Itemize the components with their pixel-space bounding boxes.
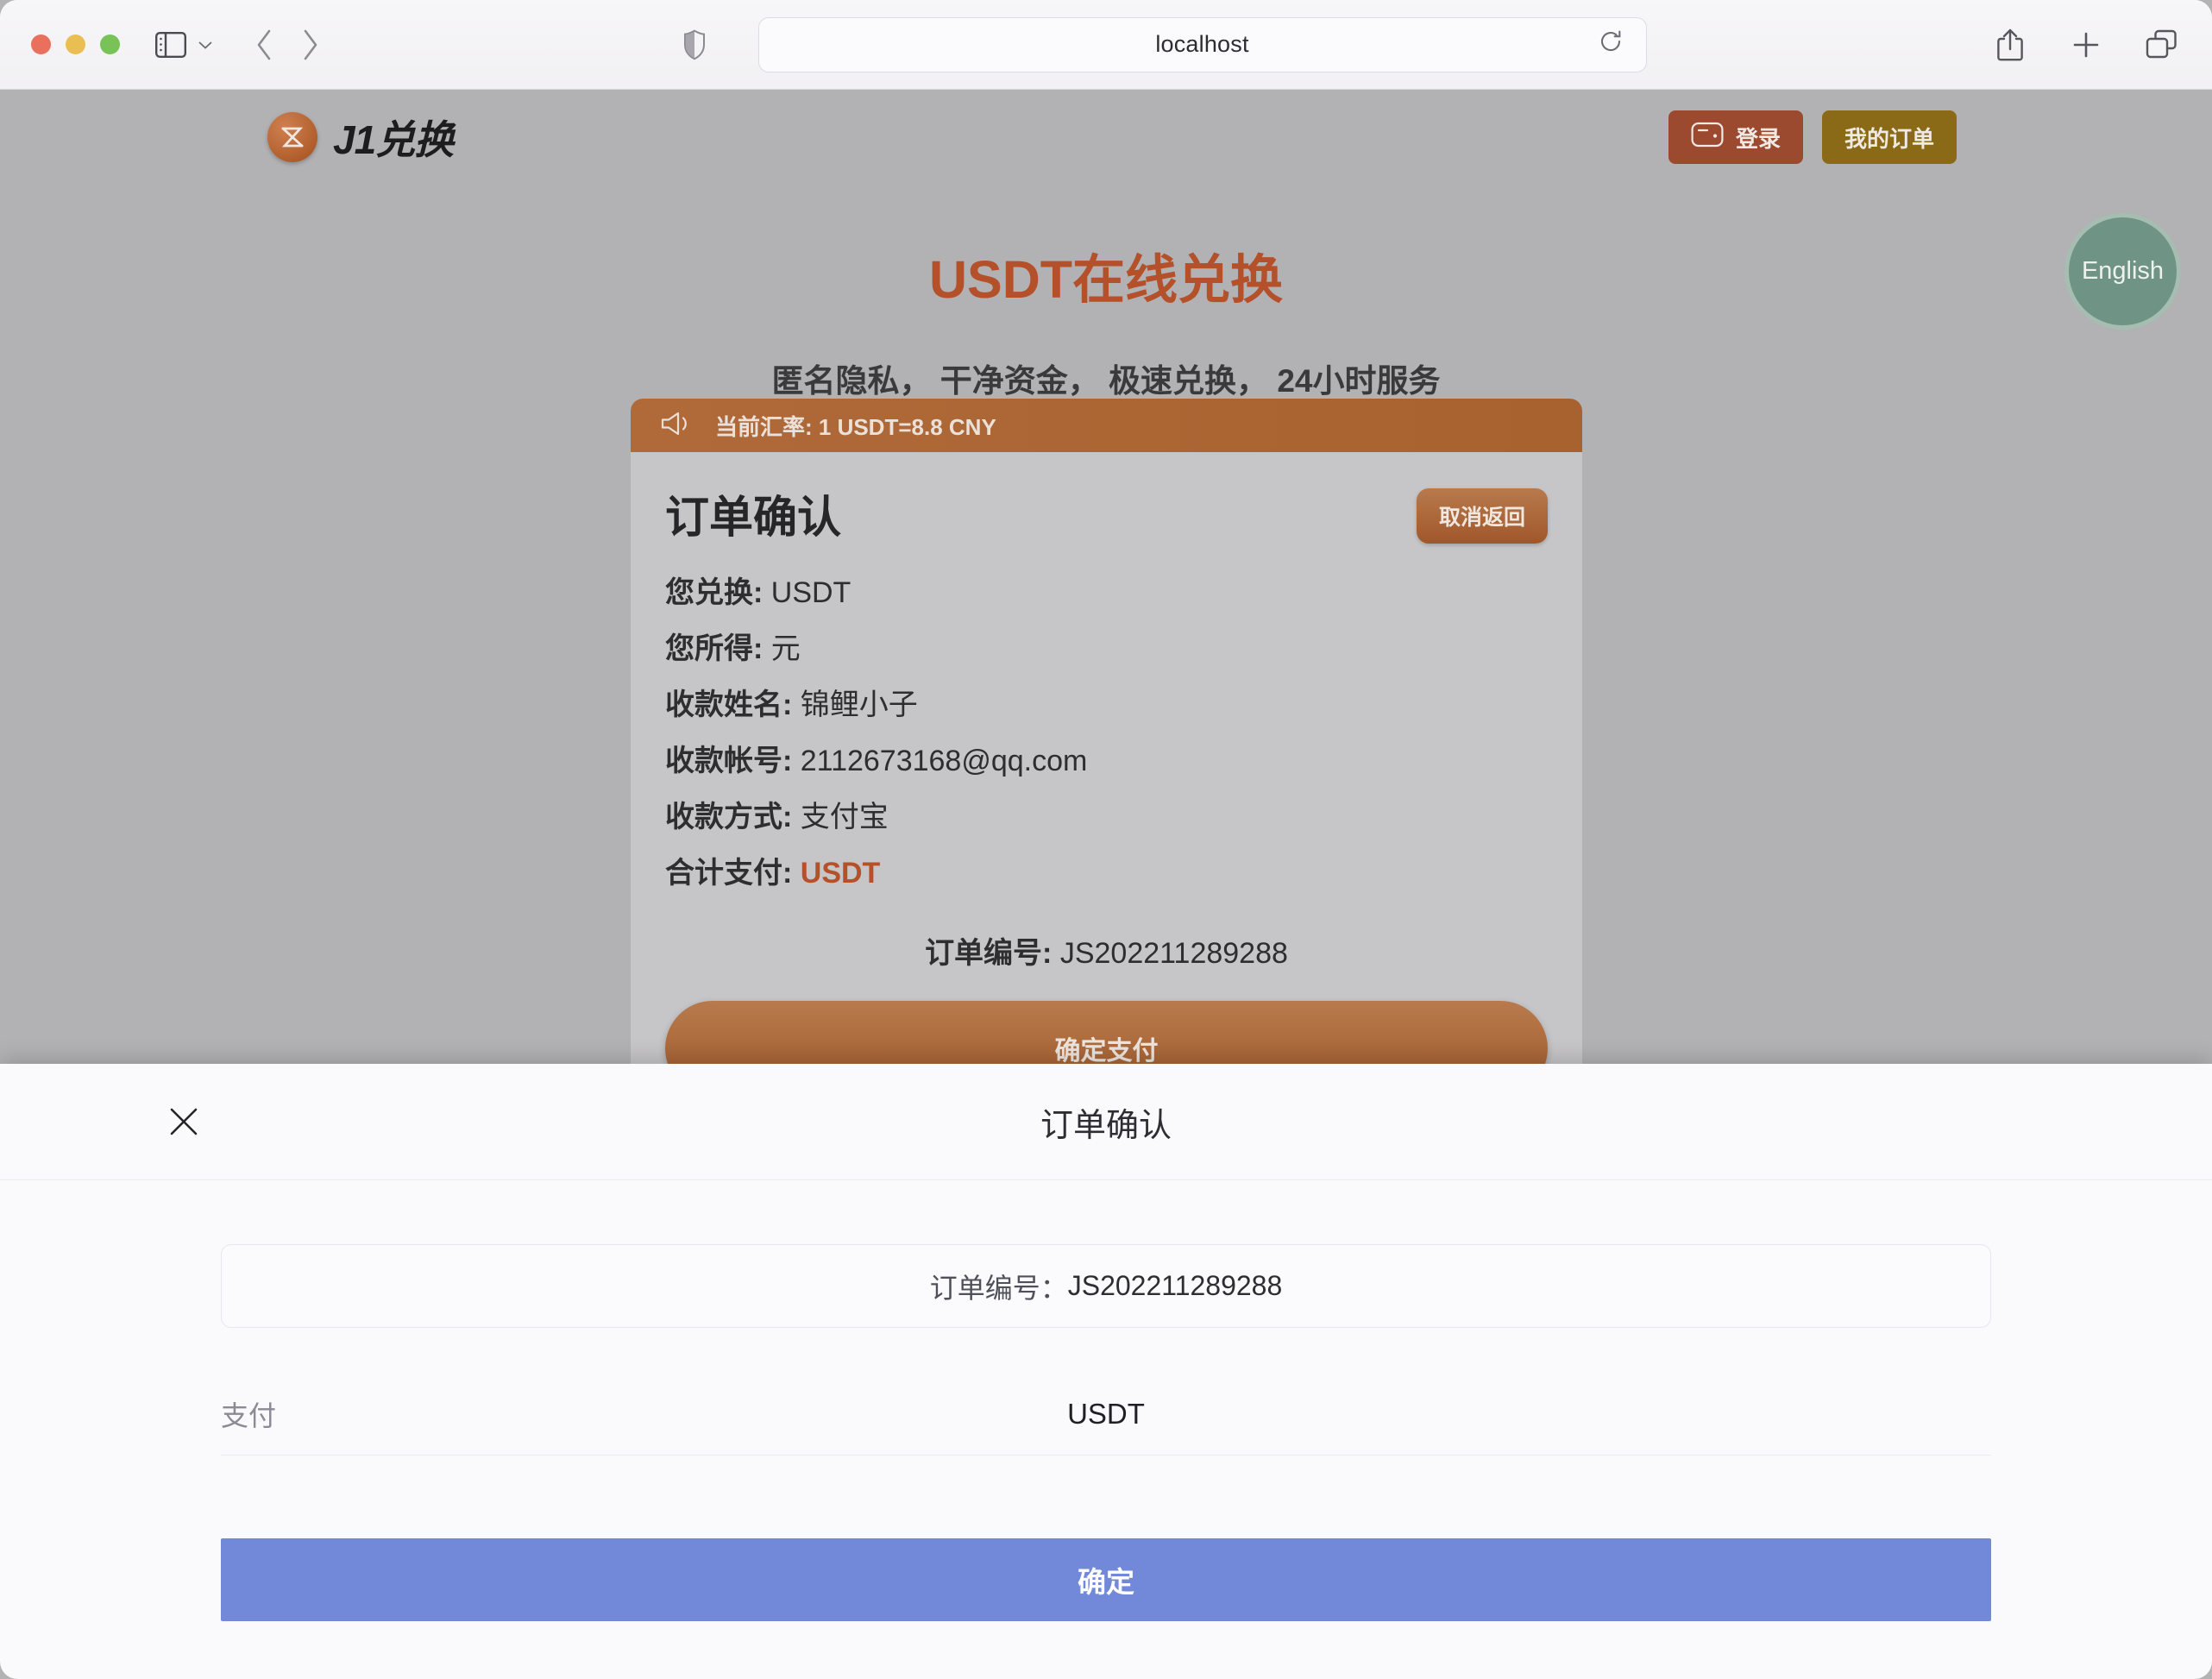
share-icon[interactable] (1991, 26, 2029, 64)
order-card-body: 订单确认 取消返回 您兑换: USDT 您所得: 元收款姓名: 锦鲤小子 收款帐号:… (631, 452, 1582, 1096)
login-button-label: 登录 (1735, 125, 1781, 152)
sheet-payment-label: 支付 (221, 1399, 277, 1431)
sheet-header: 订单确认 (0, 1064, 2212, 1180)
order-card-header: 订单确认 取消返回 (665, 481, 1548, 545)
login-button[interactable]: 登录 (1668, 110, 1803, 164)
order-detail-label: 您所得: (665, 632, 764, 666)
reload-icon[interactable] (1598, 28, 1631, 61)
toolbar-right-icons (1991, 26, 2181, 64)
site-header: J1兑换 登录 我的订单 English (0, 90, 2212, 330)
order-detail-value: USDT (792, 857, 881, 890)
order-detail-row: 收款姓名: 锦鲤小子 (665, 689, 1548, 722)
sheet-order-number-label: 订单编号： (929, 1272, 1068, 1304)
order-detail-value: 元 (763, 632, 801, 666)
order-number-line: 订单编号: JS202211289288 (665, 929, 1548, 972)
order-number-label: 订单编号: (925, 936, 1053, 970)
order-detail-row: 合计支付: USDT (665, 857, 1548, 890)
order-detail-label: 合计支付: (665, 857, 793, 890)
sheet-confirm-button[interactable]: 确定 (221, 1538, 1991, 1621)
order-detail-row: 您所得: 元 (665, 632, 1548, 666)
order-detail-list: 您兑换: USDT 您所得: 元收款姓名: 锦鲤小子 收款帐号: 211267316… (665, 576, 1548, 891)
page-content: J1兑换 登录 我的订单 English USDT在线兑换 匿名隐私， 干净资金… (0, 90, 2212, 1679)
site-logo-text: J1兑换 (333, 117, 454, 162)
maximize-window-button[interactable] (100, 35, 120, 54)
my-orders-button-label: 我的订单 (1844, 125, 1934, 152)
language-switch-button[interactable]: English (2064, 213, 2181, 330)
plus-icon[interactable] (2067, 26, 2105, 64)
order-confirm-sheet: 订单确认 订单编号： JS202211289288 支付 USDT 确定 (0, 1064, 2212, 1679)
my-orders-button[interactable]: 我的订单 (1821, 110, 1957, 164)
exchange-rate-banner: 当前汇率: 1 USDT=8.8 CNY (631, 399, 1582, 452)
page-subtitle: 匿名隐私， 干净资金， 极速兑换， 24小时服务 (771, 363, 1441, 399)
order-number-value: JS202211289288 (1059, 936, 1288, 970)
order-detail-value: 2112673168@qq.com (792, 745, 1088, 778)
order-detail-label: 收款帐号: (665, 745, 793, 778)
megaphone-icon (660, 410, 694, 442)
header-actions: 登录 我的订单 (1668, 110, 1957, 164)
order-detail-label: 您兑换: (665, 576, 764, 609)
chevron-down-icon[interactable] (194, 28, 217, 61)
order-detail-row: 收款帐号: 2112673168@qq.com (665, 745, 1548, 778)
sheet-body: 订单编号： JS202211289288 支付 USDT 确定 (0, 1180, 2212, 1621)
wallet-icon (1691, 121, 1724, 154)
order-card: 当前汇率: 1 USDT=8.8 CNY 订单确认 取消返回 您兑换: USDT… (631, 399, 1582, 1096)
sheet-payment-value: USDT (1067, 1397, 1145, 1430)
tab-overview-icon[interactable] (2143, 26, 2181, 64)
sheet-title: 订单确认 (1040, 1107, 1172, 1144)
sheet-order-number-box: 订单编号： JS202211289288 (221, 1244, 1991, 1328)
forward-arrow-icon[interactable] (287, 22, 332, 67)
order-detail-label: 收款方式: (665, 801, 793, 834)
order-detail-row: 收款方式: 支付宝 (665, 801, 1548, 834)
browser-toolbar: localhost (0, 0, 2212, 90)
order-detail-value: USDT (763, 576, 851, 609)
browser-window: localhost J1兑换 登录 我的订单 English USDT在线兑换 … (0, 0, 2212, 1679)
sheet-payment-row: 支付 USDT (221, 1373, 1991, 1456)
close-icon[interactable] (162, 1100, 205, 1143)
sidebar-icon[interactable] (151, 25, 191, 65)
order-detail-row: 您兑换: USDT (665, 576, 1548, 610)
j1-logo-mark-icon (267, 112, 317, 162)
exchange-rate-text: 当前汇率: 1 USDT=8.8 CNY (715, 413, 996, 440)
page-title: USDT在线兑换 (928, 250, 1284, 309)
back-arrow-icon[interactable] (242, 22, 287, 67)
cancel-return-button[interactable]: 取消返回 (1416, 488, 1548, 544)
language-switch-label: English (2081, 257, 2165, 285)
order-card-title: 订单确认 (665, 493, 842, 542)
sheet-order-number-value: JS202211289288 (1067, 1270, 1283, 1301)
order-detail-label: 收款姓名: (665, 689, 793, 722)
site-logo[interactable]: J1兑换 (267, 109, 454, 166)
url-text: localhost (1155, 31, 1249, 57)
close-window-button[interactable] (31, 35, 51, 54)
shield-icon[interactable] (677, 26, 712, 64)
order-detail-value: 锦鲤小子 (792, 689, 918, 722)
address-bar[interactable]: localhost (757, 16, 1647, 72)
order-detail-value: 支付宝 (792, 801, 889, 834)
window-traffic-lights (31, 35, 120, 54)
minimize-window-button[interactable] (66, 35, 85, 54)
